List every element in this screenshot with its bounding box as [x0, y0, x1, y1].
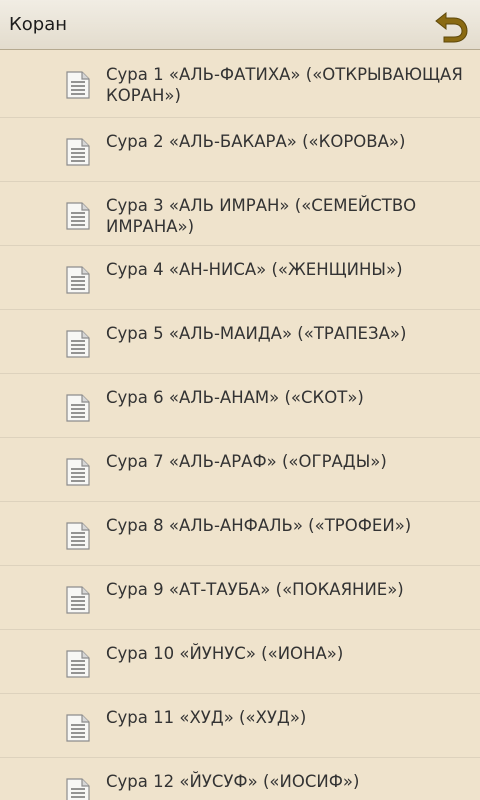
surah-label: Сура 2 «АЛЬ-БАКАРА» («КОРОВА»)	[106, 132, 406, 151]
list-item[interactable]: Сура 7 «АЛЬ-АРАФ» («ОГРАДЫ»)	[0, 438, 480, 502]
list-item[interactable]: Сура 10 «ЙУНУС» («ИОНА»)	[0, 630, 480, 694]
surah-label: Сура 12 «ЙУСУФ» («ИОСИФ»)	[106, 772, 360, 791]
list-item[interactable]: Сура 9 «АТ-ТАУБА» («ПОКАЯНИЕ»)	[0, 566, 480, 630]
document-icon	[66, 71, 90, 99]
back-arrow-icon	[435, 11, 468, 43]
list-item[interactable]: Сура 4 «АН-НИСА» («ЖЕНЩИНЫ»)	[0, 246, 480, 310]
document-icon	[66, 394, 90, 422]
action-bar: Коран	[0, 0, 480, 50]
document-icon	[66, 586, 90, 614]
document-icon	[66, 522, 90, 550]
document-icon	[66, 714, 90, 742]
surah-list: Сура 1 «АЛЬ-ФАТИХА» («ОТКРЫВАЮЩАЯ КОРАН»…	[0, 51, 480, 800]
surah-label: Сура 3 «АЛЬ ИМРАН» («СЕМЕЙСТВО ИМРАНА»)	[106, 196, 417, 236]
surah-label: Сура 7 «АЛЬ-АРАФ» («ОГРАДЫ»)	[106, 452, 387, 471]
document-icon	[66, 202, 90, 230]
list-item[interactable]: Сура 8 «АЛЬ-АНФАЛЬ» («ТРОФЕИ»)	[0, 502, 480, 566]
page-title: Коран	[9, 14, 68, 35]
list-item[interactable]: Сура 2 «АЛЬ-БАКАРА» («КОРОВА»)	[0, 118, 480, 182]
surah-label: Сура 8 «АЛЬ-АНФАЛЬ» («ТРОФЕИ»)	[106, 516, 412, 535]
document-icon	[66, 138, 90, 166]
document-icon	[66, 266, 90, 294]
list-item[interactable]: Сура 3 «АЛЬ ИМРАН» («СЕМЕЙСТВО ИМРАНА»)	[0, 182, 480, 246]
list-item[interactable]: Сура 6 «АЛЬ-АНАМ» («СКОТ»)	[0, 374, 480, 438]
document-icon	[66, 458, 90, 486]
surah-label: Сура 6 «АЛЬ-АНАМ» («СКОТ»)	[106, 388, 364, 407]
list-item[interactable]: Сура 11 «ХУД» («ХУД»)	[0, 694, 480, 758]
list-item[interactable]: Сура 12 «ЙУСУФ» («ИОСИФ»)	[0, 758, 480, 800]
document-icon	[66, 650, 90, 678]
surah-label: Сура 10 «ЙУНУС» («ИОНА»)	[106, 644, 344, 663]
surah-label: Сура 4 «АН-НИСА» («ЖЕНЩИНЫ»)	[106, 260, 403, 279]
surah-label: Сура 5 «АЛЬ-МАИДА» («ТРАПЕЗА»)	[106, 324, 407, 343]
document-icon	[66, 778, 90, 800]
surah-label: Сура 1 «АЛЬ-ФАТИХА» («ОТКРЫВАЮЩАЯ КОРАН»…	[106, 65, 463, 105]
surah-label: Сура 11 «ХУД» («ХУД»)	[106, 708, 307, 727]
surah-label: Сура 9 «АТ-ТАУБА» («ПОКАЯНИЕ»)	[106, 580, 404, 599]
document-icon	[66, 330, 90, 358]
screen: Коран Сура 1 «АЛЬ-ФАТИХА» («ОТКРЫВАЮЩАЯ …	[0, 0, 480, 800]
back-button[interactable]	[432, 6, 472, 44]
list-item[interactable]: Сура 5 «АЛЬ-МАИДА» («ТРАПЕЗА»)	[0, 310, 480, 374]
list-item[interactable]: Сура 1 «АЛЬ-ФАТИХА» («ОТКРЫВАЮЩАЯ КОРАН»…	[0, 51, 480, 118]
